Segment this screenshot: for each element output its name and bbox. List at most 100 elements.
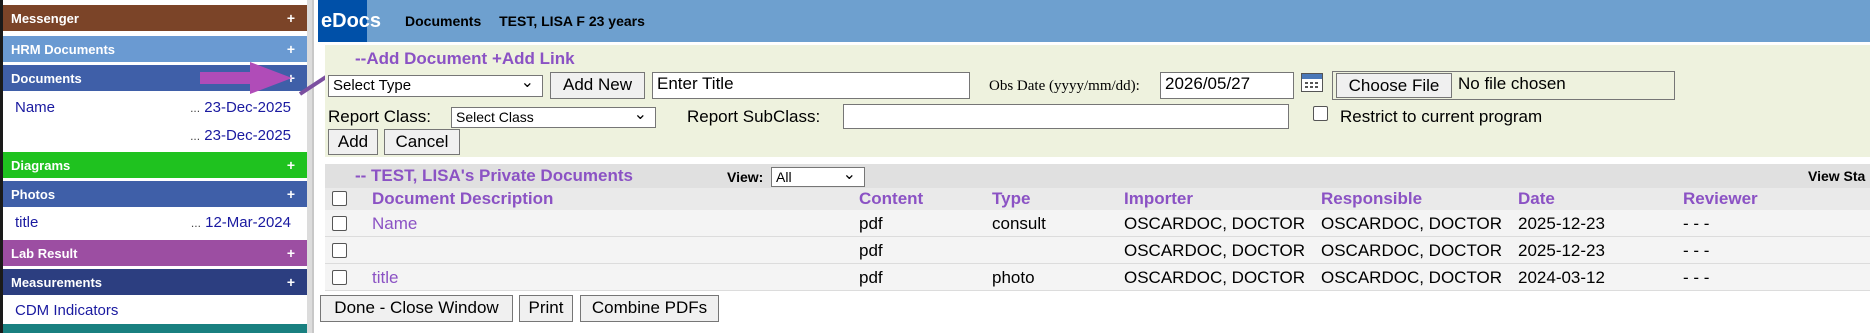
restrict-label: Restrict to current program — [1340, 107, 1543, 126]
document-description-link[interactable]: title — [372, 264, 398, 291]
document-date: ... 23-Dec-2025 — [190, 122, 291, 150]
expand-plus-icon[interactable]: + — [287, 240, 295, 267]
print-button[interactable]: Print — [519, 295, 573, 322]
sidebar-photo-item[interactable]: title ... 12-Mar-2024 — [3, 209, 307, 236]
document-name-link[interactable]: Name — [15, 94, 55, 121]
row-checkbox[interactable] — [332, 216, 347, 231]
date-cell: 2024-03-12 — [1518, 268, 1605, 287]
title-input[interactable]: Enter Title — [652, 72, 970, 99]
sidebar-section-photos[interactable]: Photos + — [3, 181, 307, 208]
reviewer-cell: - - - — [1683, 241, 1710, 260]
report-subclass-input[interactable] — [843, 104, 1289, 129]
sidebar-section-measurements[interactable]: Measurements + — [3, 269, 307, 296]
responsible-cell: OSCARDOC, DOCTOR — [1321, 241, 1503, 260]
documents-title: -- TEST, LISA's Private Documents — [355, 166, 633, 185]
sidebar-section-messenger[interactable]: Messenger + — [3, 5, 307, 32]
report-class-select[interactable]: Select Class — [451, 104, 656, 128]
add-new-button[interactable]: Add New — [550, 72, 645, 99]
expand-plus-icon[interactable]: + — [287, 5, 295, 32]
sidebar-section-diagrams[interactable]: Diagrams + — [3, 152, 307, 179]
select-all-checkbox[interactable] — [332, 191, 347, 206]
obs-date-input[interactable]: 2026/05/27 — [1160, 72, 1294, 99]
restrict-checkbox[interactable] — [1313, 106, 1328, 121]
section-title: Messenger — [11, 11, 79, 26]
column-header[interactable]: Reviewer — [1683, 188, 1758, 210]
patient-info: TEST, LISA F 23 years — [499, 13, 645, 29]
responsible-cell: OSCARDOC, DOCTOR — [1321, 214, 1503, 233]
class-select-value: Select Class — [456, 109, 534, 125]
content-cell: pdf — [859, 268, 883, 287]
column-header[interactable]: Content — [859, 188, 923, 210]
importer-cell: OSCARDOC, DOCTOR — [1124, 268, 1306, 287]
row-checkbox[interactable] — [332, 270, 347, 285]
sidebar-section-lab-result[interactable]: Lab Result + — [3, 240, 307, 267]
date-value[interactable]: 23-Dec-2025 — [204, 99, 291, 116]
expand-plus-icon[interactable]: + — [287, 269, 295, 296]
photo-name-link[interactable]: title — [15, 209, 38, 236]
section-title: Photos — [11, 187, 56, 202]
add-button[interactable]: Add — [328, 129, 378, 155]
view-label: View: — [727, 169, 764, 185]
table-row: pdf OSCARDOC, DOCTOR OSCARDOC, DOCTOR 20… — [325, 237, 1870, 264]
view-select-value: All — [776, 169, 792, 185]
expand-plus-icon[interactable]: + — [287, 181, 295, 208]
sidebar-next-section — [3, 324, 307, 333]
document-date: ... 23-Dec-2025 — [190, 94, 291, 122]
sidebar-document-item[interactable]: Name ... 23-Dec-2025 — [3, 94, 307, 121]
view-status-label: View Sta — [1808, 168, 1866, 184]
documents-header: -- TEST, LISA's Private Documents View: … — [325, 164, 1870, 188]
module-name: Documents — [405, 13, 482, 29]
column-header[interactable]: Type — [992, 188, 1030, 210]
column-header[interactable]: Document Description — [372, 188, 553, 210]
column-header[interactable]: Importer — [1124, 188, 1193, 210]
add-link-link[interactable]: +Add Link — [492, 49, 575, 68]
cancel-button[interactable]: Cancel — [384, 129, 460, 155]
column-header[interactable]: Date — [1518, 188, 1555, 210]
type-cell: photo — [992, 268, 1035, 287]
combine-pdfs-button[interactable]: Combine PDFs — [580, 295, 719, 322]
table-header: Document Description Content Type Import… — [325, 188, 1870, 210]
calendar-icon[interactable] — [1301, 73, 1323, 92]
section-title: Measurements — [11, 275, 103, 290]
section-title: Documents — [11, 71, 82, 86]
expand-plus-icon[interactable]: + — [287, 152, 295, 179]
ellipsis: ... — [190, 216, 201, 230]
reviewer-cell: - - - — [1683, 268, 1710, 287]
document-description-link[interactable]: Name — [372, 210, 417, 237]
sidebar: Messenger + HRM Documents + Documents + … — [0, 0, 314, 333]
choose-file-button[interactable]: Choose File — [1336, 73, 1452, 98]
date-value[interactable]: 12-Mar-2024 — [205, 214, 291, 231]
top-bar: eDocs Documents TEST, LISA F 23 years — [318, 0, 1870, 42]
ellipsis: ... — [190, 129, 201, 143]
header-info: Documents TEST, LISA F 23 years — [405, 0, 659, 42]
measurement-link[interactable]: CDM Indicators — [15, 297, 118, 324]
sidebar-measurement-item[interactable]: CDM Indicators — [3, 297, 307, 324]
date-cell: 2025-12-23 — [1518, 241, 1605, 260]
report-subclass-label: Report SubClass: — [687, 107, 821, 126]
obs-date-label: Obs Date (yyyy/mm/dd): — [989, 78, 1140, 94]
document-type-select[interactable]: Select Type — [328, 72, 543, 97]
row-checkbox[interactable] — [332, 243, 347, 258]
sidebar-divider — [307, 0, 312, 333]
table-row: title pdf photo OSCARDOC, DOCTOR OSCARDO… — [325, 264, 1870, 291]
no-file-label: No file chosen — [1458, 74, 1566, 93]
responsible-cell: OSCARDOC, DOCTOR — [1321, 268, 1503, 287]
done-close-window-button[interactable]: Done - Close Window — [320, 295, 513, 322]
add-document-link[interactable]: --Add Document — [355, 49, 487, 68]
report-class-label: Report Class: — [328, 107, 431, 126]
section-title: HRM Documents — [11, 42, 116, 57]
column-header[interactable]: Responsible — [1321, 188, 1422, 210]
add-links: --Add Document +Add Link — [355, 49, 575, 69]
sidebar-document-item[interactable]: ... 23-Dec-2025 — [3, 122, 307, 149]
content-cell: pdf — [859, 241, 883, 260]
app-title: eDocs — [318, 0, 381, 42]
table-row: Name pdf consult OSCARDOC, DOCTOR OSCARD… — [325, 210, 1870, 237]
view-select[interactable]: All — [771, 164, 865, 187]
date-value[interactable]: 23-Dec-2025 — [204, 127, 291, 144]
ellipsis: ... — [190, 101, 201, 115]
importer-cell: OSCARDOC, DOCTOR — [1124, 241, 1306, 260]
importer-cell: OSCARDOC, DOCTOR — [1124, 214, 1306, 233]
type-select-value: Select Type — [333, 77, 412, 94]
photo-date: ... 12-Mar-2024 — [191, 209, 291, 237]
reviewer-cell: - - - — [1683, 214, 1710, 233]
